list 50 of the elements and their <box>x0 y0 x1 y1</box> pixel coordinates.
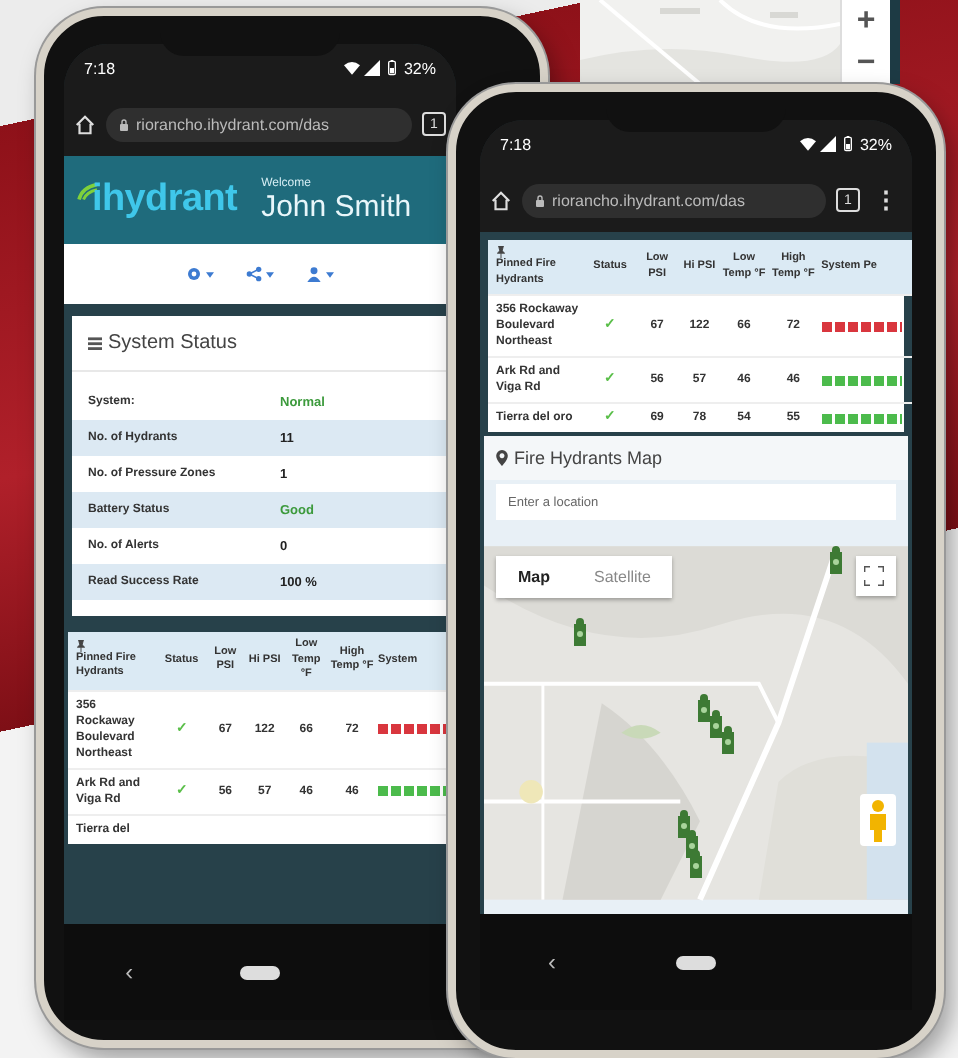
panel-title: System Status <box>108 332 237 354</box>
pushpin-icon <box>496 246 506 258</box>
back-button[interactable]: ‹ <box>532 946 572 978</box>
url-text: riorancho.ihydrant.com/das <box>136 115 329 133</box>
home-icon[interactable] <box>74 113 96 135</box>
status-time: 7:18 <box>84 59 116 77</box>
status-time: 7:18 <box>500 135 532 153</box>
back-button[interactable]: ‹ <box>109 956 150 988</box>
hydrant-marker-icon[interactable] <box>708 708 724 740</box>
map-type-tab[interactable]: Satellite <box>572 556 673 598</box>
home-button[interactable] <box>676 955 716 969</box>
wifi-icon <box>799 136 816 152</box>
user-button[interactable] <box>302 262 338 286</box>
map-pin-icon <box>496 450 508 466</box>
hydrant-marker-icon[interactable] <box>688 848 704 880</box>
caret-icon <box>206 271 214 277</box>
home-button[interactable] <box>239 965 280 979</box>
battery-icon <box>839 136 856 152</box>
fullscreen-icon <box>864 566 884 586</box>
signal-icon <box>363 60 380 76</box>
wifi-icon <box>343 60 360 76</box>
lock-icon <box>534 193 546 207</box>
hydrant-marker-icon[interactable] <box>696 692 712 724</box>
lock-icon <box>118 117 130 131</box>
settings-button[interactable] <box>182 262 218 286</box>
battery-level: 32% <box>859 135 892 153</box>
logo-text: ihydrant <box>92 178 238 222</box>
hydrant-marker-icon[interactable] <box>720 724 736 756</box>
url-text: riorancho.ihydrant.com/das <box>552 191 745 209</box>
fullscreen-button[interactable] <box>856 556 896 596</box>
battery-level: 32% <box>403 59 436 77</box>
user-name: John Smith <box>261 189 412 223</box>
caret-icon <box>266 271 274 277</box>
share-button[interactable] <box>242 262 278 286</box>
list-icon <box>88 336 102 350</box>
user-icon <box>306 266 322 282</box>
signal-icon <box>819 136 836 152</box>
battery-icon <box>383 60 400 76</box>
address-field[interactable]: riorancho.ihydrant.com/das <box>106 107 412 141</box>
hydrant-marker-icon[interactable] <box>828 544 844 576</box>
share-icon <box>246 266 262 282</box>
caret-icon <box>326 271 334 277</box>
map-type-tab[interactable]: Map <box>496 556 572 598</box>
home-icon[interactable] <box>490 189 512 211</box>
gear-icon <box>186 266 202 282</box>
menu-button[interactable]: ⋮ <box>870 186 902 214</box>
hydrant-marker-icon[interactable] <box>572 616 588 648</box>
address-field[interactable]: riorancho.ihydrant.com/das <box>522 183 826 217</box>
panel-title: Fire Hydrants Map <box>514 448 663 468</box>
pushpin-icon <box>76 639 86 652</box>
